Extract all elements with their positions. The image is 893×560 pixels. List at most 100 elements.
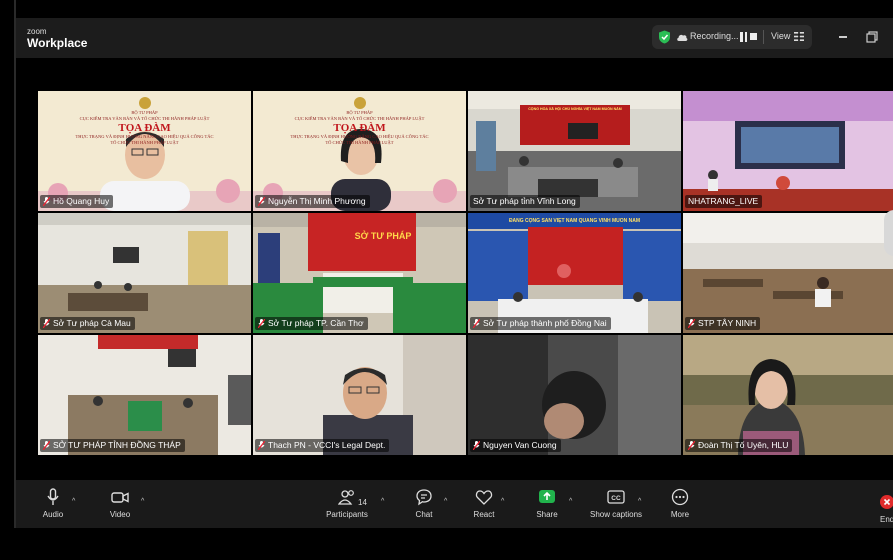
banner-line: TỔ CHỨC THI HÀNH PHÁP LUẬT <box>110 140 179 145</box>
audio-button[interactable]: Audio <box>38 488 68 519</box>
wall-sign-text: SỞ TƯ PHÁP <box>354 231 412 241</box>
muted-mic-icon <box>43 441 50 451</box>
window-left-border <box>14 0 16 528</box>
participant-name-tag: SỞ TƯ PHÁP TỈNH ĐỒNG THÁP <box>40 439 185 452</box>
video-tile[interactable]: ĐẢNG CỘNG SẢN VIỆT NAM QUANG VINH MUÔN N… <box>468 213 681 333</box>
participant-name-tag: Thach PN - VCCI's Legal Dept. <box>255 439 390 452</box>
share-button[interactable]: Share <box>534 488 560 519</box>
gallery-page-handle[interactable] <box>884 210 893 256</box>
react-label: React <box>473 510 495 519</box>
muted-mic-icon <box>688 319 695 329</box>
video-tile[interactable]: Đoàn Thị Tố Uyên, HLU <box>683 335 893 455</box>
video-feed <box>38 213 251 333</box>
participant-name-tag: Sở Tư pháp thành phố Đồng Nai <box>470 317 611 330</box>
audio-label: Audio <box>42 510 64 519</box>
participant-name: Hồ Quang Huy <box>53 196 110 206</box>
banner-title: TỌA ĐÀM <box>118 122 171 134</box>
brand-small: zoom <box>27 27 47 36</box>
muted-mic-icon <box>688 441 695 451</box>
share-options-chevron-icon[interactable]: ^ <box>569 498 572 505</box>
video-feed <box>253 335 466 455</box>
participant-name: Sở Tư pháp TP. Cần Thơ <box>268 318 364 328</box>
participant-name-tag: Hồ Quang Huy <box>40 195 114 208</box>
stop-recording-icon[interactable] <box>750 33 757 40</box>
video-tile[interactable]: STP TÂY NINH <box>683 213 893 333</box>
chat-options-chevron-icon[interactable]: ^ <box>444 498 447 505</box>
react-options-chevron-icon[interactable]: ^ <box>501 498 504 505</box>
chat-label: Chat <box>415 510 433 519</box>
video-tile[interactable]: SỞ TƯ PHÁP TỈNH ĐỒNG THÁP <box>38 335 251 455</box>
participant-name-tag: Sở Tư pháp tỉnh Vĩnh Long <box>470 195 580 208</box>
participant-name: Sở Tư pháp tỉnh Vĩnh Long <box>473 196 576 206</box>
video-tile-active-speaker[interactable]: NHATRANG_LIVE <box>683 91 893 211</box>
participants-options-chevron-icon[interactable]: ^ <box>381 498 384 505</box>
muted-mic-icon <box>258 319 265 329</box>
zoom-logo: zoom Workplace <box>27 27 88 50</box>
video-button[interactable]: Video <box>105 488 135 519</box>
microphone-icon <box>47 488 59 505</box>
video-tile[interactable]: Sở Tư pháp Cà Mau <box>38 213 251 333</box>
captions-options-chevron-icon[interactable]: ^ <box>638 498 641 505</box>
participant-name-tag: NHATRANG_LIVE <box>685 195 763 208</box>
muted-mic-icon <box>473 441 480 451</box>
wall-banner-text: CỘNG HÒA XÃ HỘI CHỦ NGHĨA VIỆT NAM MUÔN … <box>528 107 622 111</box>
end-label[interactable]: End <box>880 515 893 524</box>
video-tile[interactable]: Nguyen Van Cuong <box>468 335 681 455</box>
video-tile[interactable]: Thach PN - VCCI's Legal Dept. <box>253 335 466 455</box>
participants-label: Participants <box>326 510 368 519</box>
closed-captions-icon: CC <box>607 490 625 504</box>
participant-name: Sở Tư pháp thành phố Đồng Nai <box>483 318 607 328</box>
video-feed <box>468 213 681 333</box>
video-tile[interactable]: CỘNG HÒA XÃ HỘI CHỦ NGHĨA VIỆT NAM MUÔN … <box>468 91 681 211</box>
minimize-icon[interactable] <box>837 36 849 38</box>
video-options-chevron-icon[interactable]: ^ <box>141 498 144 505</box>
cloud-recording-icon <box>677 34 688 41</box>
more-button[interactable]: More <box>667 488 693 519</box>
end-meeting-icon[interactable] <box>880 495 893 509</box>
video-tile[interactable]: BỘ TƯ PHÁP CỤC KIỂM TRA VĂN BẢN VÀ TỔ CH… <box>38 91 251 211</box>
zoom-window: zoom Workplace Recording... View BỘ TƯ P… <box>0 0 893 560</box>
video-label: Video <box>109 510 131 519</box>
heart-icon <box>475 490 493 505</box>
banner-text: BỘ TƯ PHÁP CỤC KIỂM TRA VĂN BẢN VÀ TỔ CH… <box>38 110 251 146</box>
view-button-label[interactable]: View <box>771 31 790 41</box>
video-tile[interactable]: SỞ TƯ PHÁP Sở Tư pháp TP. Cần Thơ <box>253 213 466 333</box>
participant-name: Sở Tư pháp Cà Mau <box>53 318 131 328</box>
brand-name: Workplace <box>27 36 88 50</box>
banner-line: TỔ CHỨC THI HÀNH PHÁP LUẬT <box>325 140 394 145</box>
banner-title: TỌA ĐÀM <box>333 122 386 134</box>
audio-options-chevron-icon[interactable]: ^ <box>72 498 75 505</box>
muted-mic-icon <box>258 197 265 207</box>
status-divider <box>763 30 764 44</box>
participants-icon <box>338 490 354 505</box>
react-button[interactable]: React <box>472 488 496 519</box>
participants-count: 14 <box>358 498 367 507</box>
video-tile[interactable]: BỘ TƯ PHÁP CỤC KIỂM TRA VĂN BẢN VÀ TỔ CH… <box>253 91 466 211</box>
participant-name: Đoàn Thị Tố Uyên, HLU <box>698 440 789 450</box>
shield-icon[interactable] <box>658 30 671 44</box>
video-feed <box>683 335 893 455</box>
meeting-status-pill: Recording... View <box>652 25 812 49</box>
muted-mic-icon <box>473 319 480 329</box>
muted-mic-icon <box>43 197 50 207</box>
share-screen-icon <box>539 490 555 503</box>
video-feed <box>683 91 893 211</box>
show-captions-button[interactable]: CC Show captions <box>586 488 646 519</box>
svg-text:CC: CC <box>611 495 621 502</box>
banner-text: BỘ TƯ PHÁP CỤC KIỂM TRA VĂN BẢN VÀ TỔ CH… <box>253 110 466 146</box>
grid-view-icon[interactable] <box>794 32 804 41</box>
more-options-icon <box>671 488 689 506</box>
video-feed <box>253 91 466 211</box>
participant-name: NHATRANG_LIVE <box>688 196 759 206</box>
pause-recording-icon[interactable] <box>740 32 747 42</box>
participant-name-tag: Sở Tư pháp Cà Mau <box>40 317 135 330</box>
chat-button[interactable]: Chat <box>412 488 436 519</box>
maximize-icon[interactable] <box>866 31 878 43</box>
participant-name-tag: Nguyễn Thị Minh Phương <box>255 195 370 208</box>
participant-name: Nguyễn Thị Minh Phương <box>268 196 366 206</box>
participant-name: STP TÂY NINH <box>698 318 757 328</box>
chat-bubble-icon <box>416 489 432 506</box>
muted-mic-icon <box>258 441 265 451</box>
recording-label: Recording... <box>690 31 739 41</box>
participant-name-tag: Nguyen Van Cuong <box>470 439 561 452</box>
